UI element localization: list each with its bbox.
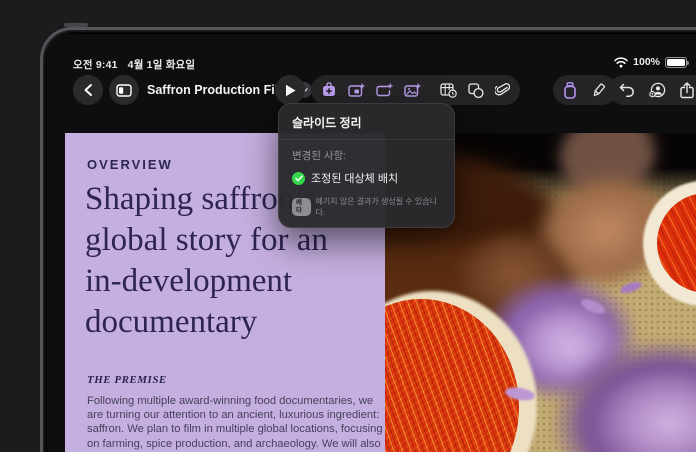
view-navigator-button[interactable]	[109, 75, 139, 105]
play-icon	[285, 84, 296, 97]
image-badge-plus-icon[interactable]	[348, 83, 365, 98]
popover-disclaimer: 예기치 않은 결과가 생성될 수 있습니다.	[315, 196, 441, 218]
format-toolbar-group	[553, 75, 617, 105]
slide-navigator-icon	[116, 84, 132, 97]
actions-toolbar-group	[609, 75, 696, 105]
shapes-icon[interactable]	[468, 83, 484, 98]
document-title: Saffron Production Film	[147, 83, 289, 97]
cleanup-jar-icon[interactable]	[563, 82, 577, 99]
battery-icon	[665, 57, 687, 68]
popover-footer: 베타 예기치 않은 결과가 생성될 수 있습니다.	[292, 196, 441, 218]
back-button[interactable]	[73, 75, 103, 105]
status-time: 오전 9:41	[73, 57, 118, 72]
slide-eyebrow: OVERVIEW	[87, 157, 173, 172]
paperclip-icon[interactable]	[495, 82, 510, 98]
battery-percent: 100%	[633, 56, 660, 68]
slide-body-text: Following multiple award-winning food do…	[87, 394, 385, 452]
undo-icon[interactable]	[619, 83, 635, 97]
frame-plus-icon[interactable]	[376, 83, 393, 98]
popover-divider	[279, 139, 454, 140]
popover-title: 슬라이드 정리	[292, 114, 441, 131]
object-toolbar-group	[430, 75, 520, 105]
status-date: 4월 1일 화요일	[128, 57, 196, 72]
pencil-icon[interactable]	[590, 82, 607, 99]
marketing-canvas: 오전 9:41 4월 1일 화요일 100%	[0, 0, 696, 452]
back-chevron-icon	[83, 83, 93, 97]
slide-premise-label: THE PREMISE	[87, 374, 167, 386]
photo-plus-icon[interactable]	[404, 83, 421, 98]
share-icon[interactable]	[680, 82, 694, 99]
toolbox-plus-icon[interactable]	[321, 82, 337, 98]
status-bar-left: 오전 9:41 4월 1일 화요일	[73, 57, 195, 72]
checkmark-icon	[292, 172, 305, 185]
ipad-screen: 오전 9:41 4월 1일 화요일 100%	[47, 34, 696, 452]
popover-change-row: 조정된 대상체 배치	[292, 170, 441, 186]
table-clock-icon[interactable]	[440, 82, 457, 98]
wifi-icon	[614, 57, 628, 68]
play-button[interactable]	[275, 75, 305, 105]
status-bar-right: 100%	[614, 56, 687, 68]
collaborate-icon[interactable]	[649, 82, 666, 98]
beta-badge: 베타	[292, 198, 311, 217]
popover-change-item: 조정된 대상체 배치	[311, 170, 398, 186]
tidy-slide-popover: 슬라이드 정리 변경된 사항: 조정된 대상체 배치 베타 예기치 않은 결과가…	[278, 103, 455, 228]
popover-changes-label: 변경된 사항:	[292, 148, 441, 163]
